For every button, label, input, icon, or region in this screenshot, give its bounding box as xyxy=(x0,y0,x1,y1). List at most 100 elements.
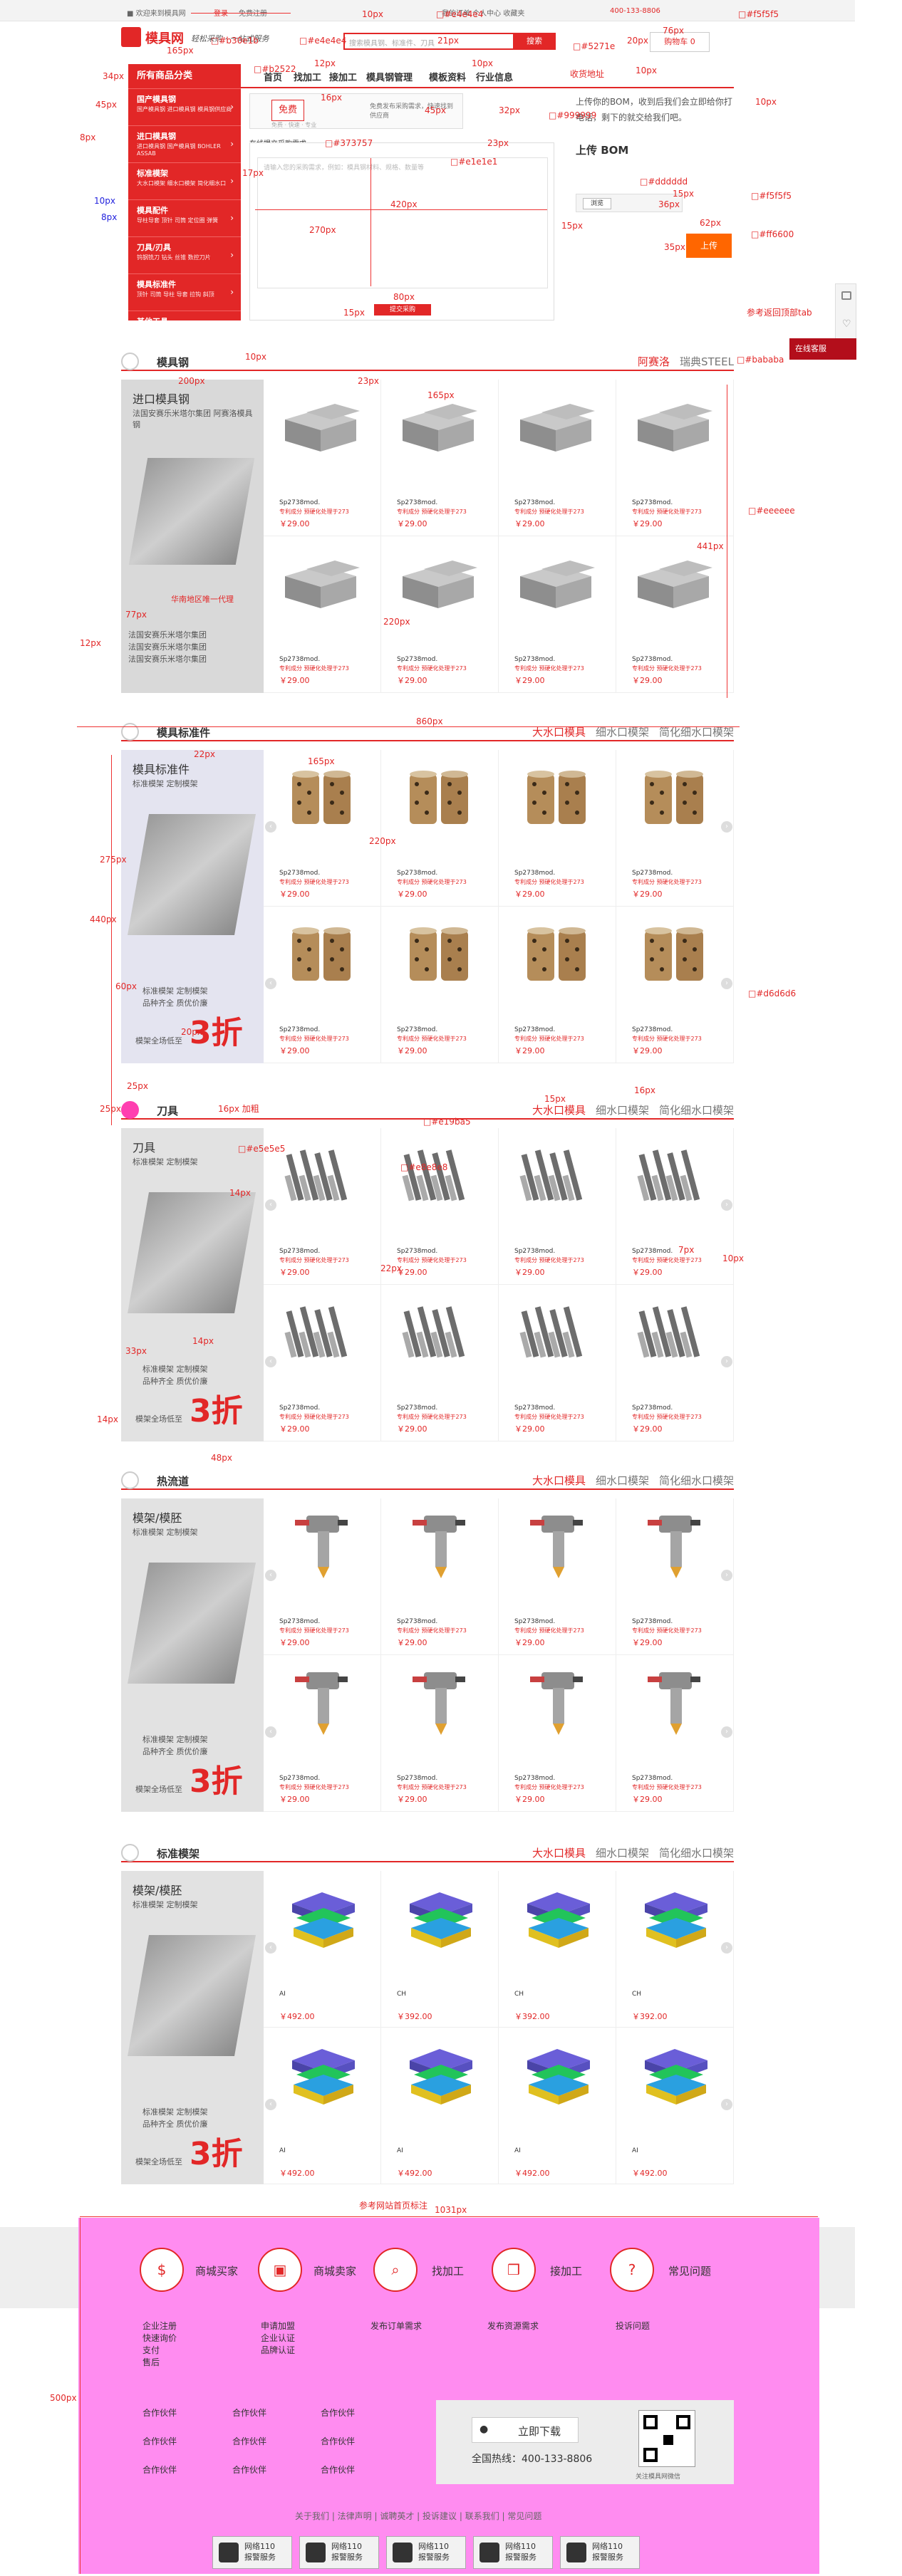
seller-icon[interactable]: ▣ xyxy=(258,2248,302,2292)
section-tab[interactable]: 简化细水口模架 xyxy=(659,1847,734,1860)
product-card[interactable]: Sp2738mod. 专利成分 预硬化处理于273 ￥29.00 xyxy=(264,536,381,693)
carousel-next-icon[interactable]: › xyxy=(721,1726,732,1738)
section-tab[interactable]: 细水口模架 xyxy=(596,1104,649,1117)
product-card[interactable]: Sp2738mod. 专利成分 预硬化处理于273 ￥29.00 xyxy=(264,1498,381,1655)
product-card[interactable]: Sp2738mod. 专利成分 预硬化处理于273 ￥29.00 xyxy=(499,907,616,1063)
download-button[interactable]: ● 立即下载 xyxy=(472,2417,579,2443)
section-promo-panel[interactable]: 刀具 标准模架 定制模架 标准模架 定制模架 品种齐全 质优价廉 模架全场低至 3折 xyxy=(121,1128,264,1441)
bom-browse-button[interactable]: 浏览 xyxy=(583,198,611,209)
product-card[interactable]: Sp2738mod. 专利成分 预硬化处理于273 ￥29.00 xyxy=(499,380,616,536)
partner-link[interactable]: 合作伙伴 xyxy=(321,2436,355,2448)
footer-link[interactable]: 快速询价 xyxy=(142,2332,177,2345)
product-card[interactable]: CH ￥392.00 xyxy=(616,1871,734,2028)
category-item[interactable]: 进口模具钢 进口模具钢 国产模具钢 BOHLER ASSAB › xyxy=(128,125,241,162)
section-tab[interactable]: 大水口模具 xyxy=(532,1474,586,1487)
buyer-icon[interactable]: $ xyxy=(140,2248,184,2292)
section-tab[interactable]: 简化细水口模架 xyxy=(659,726,734,739)
nav-item-news[interactable]: 行业信息 xyxy=(476,70,513,83)
product-card[interactable]: Sp2738mod. 专利成分 预硬化处理于273 ￥29.00 xyxy=(616,536,734,693)
carousel-next-icon[interactable]: › xyxy=(721,1199,732,1211)
product-card[interactable]: Sp2738mod. 专利成分 预硬化处理于273 ￥29.00 xyxy=(381,1128,499,1285)
footer-link[interactable]: 支付 xyxy=(142,2345,160,2357)
product-card[interactable]: Sp2738mod. 专利成分 预硬化处理于273 ￥29.00 xyxy=(381,1498,499,1655)
footer-service-label[interactable]: 接加工 xyxy=(550,2263,582,2278)
product-card[interactable]: Sp2738mod. 专利成分 预硬化处理于273 ￥29.00 xyxy=(264,1655,381,1812)
footer-service-label[interactable]: 商城卖家 xyxy=(313,2263,356,2278)
footer-link[interactable]: 申请加盟 xyxy=(261,2320,295,2332)
section-promo-panel[interactable]: 进口模具钢 法国安赛乐米塔尔集团 阿赛洛模具钢 华南地区唯一代理 法国安赛乐米塔尔集团… xyxy=(121,380,264,693)
footer-link[interactable]: 投诉问题 xyxy=(616,2320,650,2332)
section-tab[interactable]: 简化细水口模架 xyxy=(659,1104,734,1117)
partner-link[interactable]: 合作伙伴 xyxy=(142,2464,177,2476)
carousel-prev-icon[interactable]: ‹ xyxy=(265,1199,276,1211)
product-card[interactable]: Sp2738mod. 专利成分 预硬化处理于273 ￥29.00 xyxy=(381,750,499,907)
category-item[interactable]: 标准模架 大水口模架 细水口模架 简化细水口 › xyxy=(128,162,241,199)
nav-item-docs[interactable]: 模板资料 xyxy=(429,70,466,83)
footer-service-label[interactable]: 常见问题 xyxy=(668,2263,711,2278)
footer-service-label[interactable]: 商城买家 xyxy=(195,2263,238,2278)
product-card[interactable]: Sp2738mod. 专利成分 预硬化处理于273 ￥29.00 xyxy=(381,907,499,1063)
carousel-next-icon[interactable]: › xyxy=(721,1570,732,1581)
carousel-prev-icon[interactable]: ‹ xyxy=(265,1356,276,1367)
product-card[interactable]: Sp2738mod. 专利成分 预硬化处理于273 ￥29.00 xyxy=(616,750,734,907)
bom-upload-button[interactable]: 上传 xyxy=(686,234,732,258)
product-card[interactable]: Sp2738mod. 专利成分 预硬化处理于273 ￥29.00 xyxy=(264,750,381,907)
footer-link[interactable]: 企业认证 xyxy=(261,2332,295,2345)
section-promo-panel[interactable]: 模具标准件 标准模架 定制模架 标准模架 定制模架 品种齐全 质优价廉 模架全场低至 3折 xyxy=(121,750,264,1063)
product-card[interactable]: AI ￥492.00 xyxy=(381,2028,499,2184)
section-tab[interactable]: 细水口模架 xyxy=(596,1847,649,1860)
footer-link[interactable]: 品牌认证 xyxy=(261,2345,295,2357)
section-tab[interactable]: 大水口模具 xyxy=(532,1847,586,1860)
product-card[interactable]: Sp2738mod. 专利成分 预硬化处理于273 ￥29.00 xyxy=(381,1655,499,1812)
product-card[interactable]: Sp2738mod. 专利成分 预硬化处理于273 ￥29.00 xyxy=(381,380,499,536)
product-card[interactable]: Sp2738mod. 专利成分 预硬化处理于273 ￥29.00 xyxy=(616,1128,734,1285)
product-card[interactable]: Sp2738mod. 专利成分 预硬化处理于273 ￥29.00 xyxy=(616,907,734,1063)
category-item[interactable]: 模具配件 导柱导套 顶针 司筒 定位圈 弹簧 › xyxy=(128,199,241,236)
product-card[interactable]: Sp2738mod. 专利成分 预硬化处理于273 ￥29.00 xyxy=(264,1285,381,1441)
heart-icon[interactable]: ♡ xyxy=(842,318,851,330)
product-card[interactable]: AI ￥492.00 xyxy=(616,2028,734,2184)
product-card[interactable]: AI ￥492.00 xyxy=(264,1871,381,2028)
product-card[interactable]: AI ￥492.00 xyxy=(499,2028,616,2184)
section-tab[interactable]: 简化细水口模架 xyxy=(659,1474,734,1487)
carousel-next-icon[interactable]: › xyxy=(721,821,732,833)
police-badge[interactable]: 网络110 报警服务 xyxy=(299,2536,379,2569)
product-card[interactable]: Sp2738mod. 专利成分 预硬化处理于273 ￥29.00 xyxy=(499,536,616,693)
product-card[interactable]: Sp2738mod. 专利成分 预硬化处理于273 ￥29.00 xyxy=(499,1285,616,1441)
section-promo-panel[interactable]: 模架/模胚 标准模架 定制模架 标准模架 定制模架 品种齐全 质优价廉 模架全场低至 3折 xyxy=(121,1871,264,2184)
carousel-next-icon[interactable]: › xyxy=(721,1356,732,1367)
product-card[interactable]: AI ￥492.00 xyxy=(264,2028,381,2184)
police-badge[interactable]: 网络110 报警服务 xyxy=(473,2536,553,2569)
partner-link[interactable]: 合作伙伴 xyxy=(232,2436,266,2448)
nav-item-steel[interactable]: 模具钢管理 xyxy=(366,70,413,83)
product-card[interactable]: CH ￥392.00 xyxy=(381,1871,499,2028)
product-card[interactable]: Sp2738mod. 专利成分 预硬化处理于273 ￥29.00 xyxy=(381,536,499,693)
question-icon[interactable]: ? xyxy=(610,2248,654,2292)
footer-link[interactable]: 企业注册 xyxy=(142,2320,177,2332)
carousel-prev-icon[interactable]: ‹ xyxy=(265,2099,276,2110)
police-badge[interactable]: 网络110 报警服务 xyxy=(212,2536,292,2569)
online-service-button[interactable]: 在线客服 xyxy=(789,338,856,360)
footer-bottom-links[interactable]: 关于我们 | 法律声明 | 诚聘英才 | 投诉建议 | 联系我们 | 常见问题 xyxy=(295,2510,541,2522)
section-tab[interactable]: 细水口模架 xyxy=(596,1474,649,1487)
product-card[interactable]: CH ￥392.00 xyxy=(499,1871,616,2028)
box-icon[interactable]: ❒ xyxy=(492,2248,536,2292)
product-card[interactable]: Sp2738mod. 专利成分 预硬化处理于273 ￥29.00 xyxy=(264,907,381,1063)
carousel-next-icon[interactable]: › xyxy=(721,1942,732,1954)
product-card[interactable]: Sp2738mod. 专利成分 预硬化处理于273 ￥29.00 xyxy=(499,1655,616,1812)
product-card[interactable]: Sp2738mod. 专利成分 预硬化处理于273 ￥29.00 xyxy=(499,750,616,907)
police-badge[interactable]: 网络110 报警服务 xyxy=(560,2536,640,2569)
section-tab[interactable]: 大水口模具 xyxy=(532,1104,586,1117)
partner-link[interactable]: 合作伙伴 xyxy=(232,2464,266,2476)
product-card[interactable]: Sp2738mod. 专利成分 预硬化处理于273 ￥29.00 xyxy=(616,380,734,536)
footer-service-label[interactable]: 找加工 xyxy=(432,2263,464,2278)
section-promo-panel[interactable]: 模架/模胚 标准模架 定制模架 标准模架 定制模架 品种齐全 质优价廉 模架全场低至 3折 xyxy=(121,1498,264,1812)
footer-link[interactable]: 发布订单需求 xyxy=(370,2320,422,2332)
carousel-next-icon[interactable]: › xyxy=(721,978,732,989)
product-card[interactable]: Sp2738mod. 专利成分 预硬化处理于273 ￥29.00 xyxy=(264,380,381,536)
product-card[interactable]: Sp2738mod. 专利成分 预硬化处理于273 ￥29.00 xyxy=(499,1128,616,1285)
partner-link[interactable]: 合作伙伴 xyxy=(142,2407,177,2419)
carousel-prev-icon[interactable]: ‹ xyxy=(265,1942,276,1954)
document-search-icon[interactable]: ⌕ xyxy=(373,2248,418,2292)
cart-icon[interactable] xyxy=(841,291,851,300)
